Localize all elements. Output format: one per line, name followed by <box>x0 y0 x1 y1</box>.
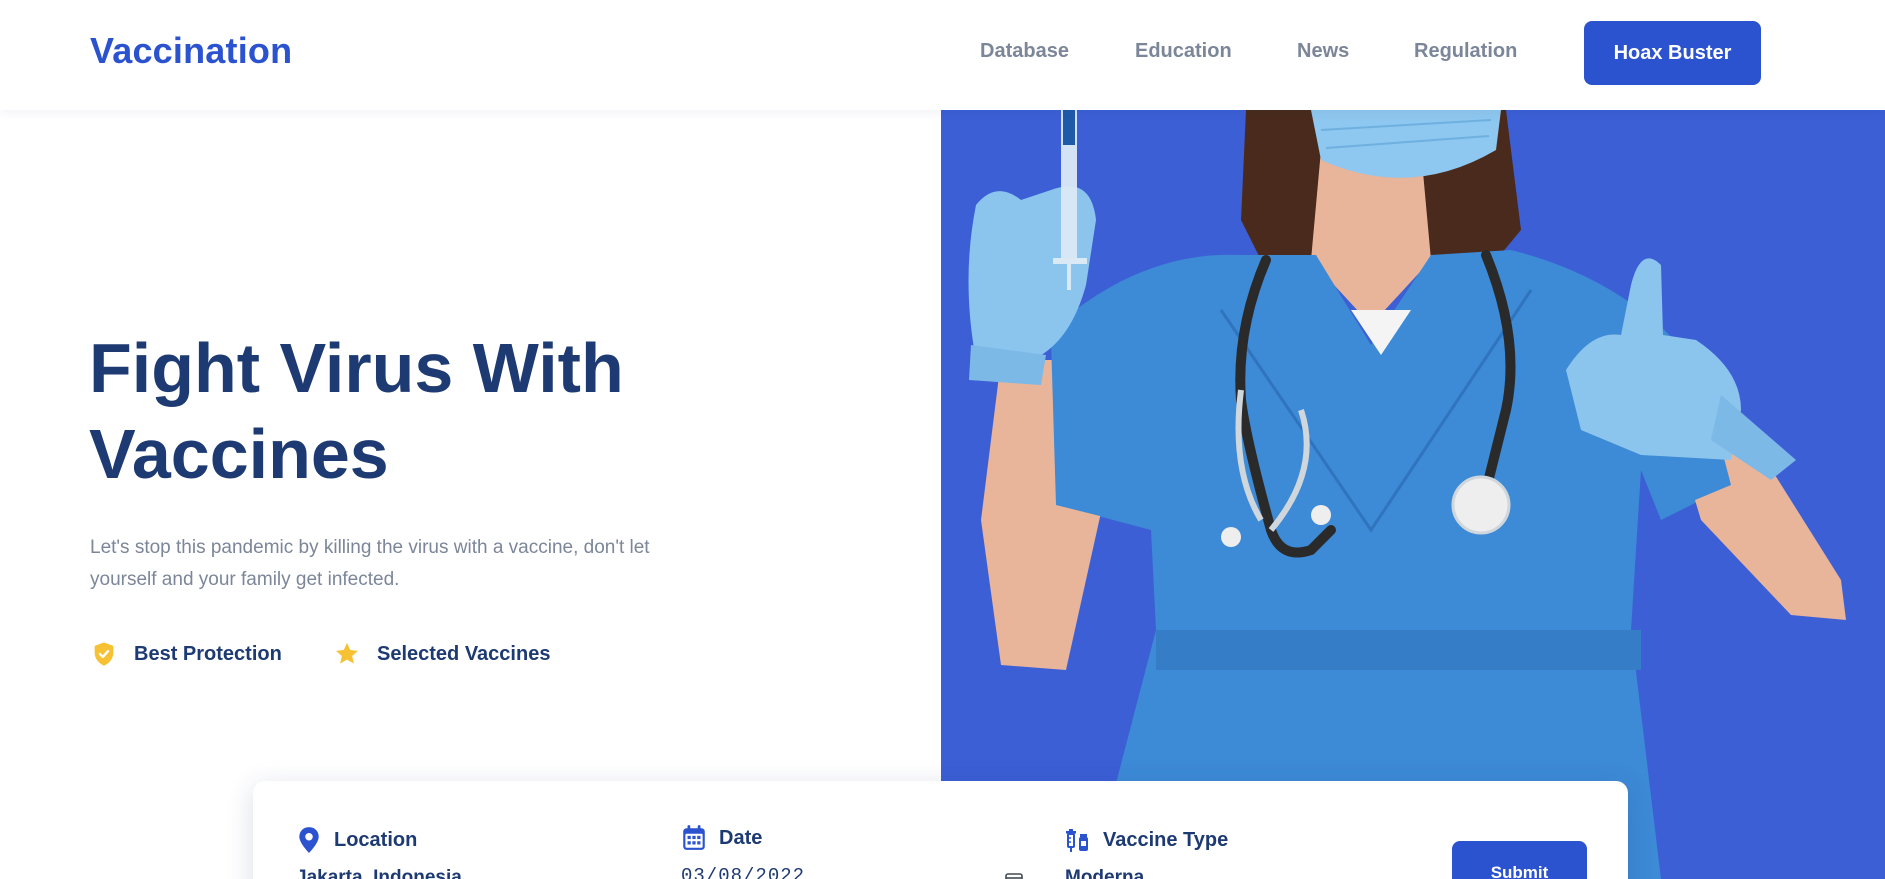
vaccine-type-value[interactable]: Moderna <box>1065 867 1325 879</box>
submit-button[interactable]: Submit <box>1452 841 1587 879</box>
hero-title-line-2: Vaccines <box>89 415 389 493</box>
calendar-icon <box>681 824 707 852</box>
map-pin-icon <box>296 826 322 854</box>
site-header: Vaccination Database Education News Regu… <box>0 0 1885 110</box>
nav-link-education[interactable]: Education <box>1135 40 1232 63</box>
hero-image <box>941 110 1885 879</box>
date-picker-icon[interactable] <box>1004 871 1024 879</box>
location-field[interactable]: Location Jakarta, Indonesia <box>296 825 556 879</box>
date-field[interactable]: Date 03/08/2022 <box>681 823 941 879</box>
syringe-vial-icon <box>1065 826 1091 854</box>
hero-title-line-1: Fight Virus With <box>89 329 624 407</box>
feature-label: Selected Vaccines <box>377 642 551 665</box>
hero-description: Let's stop this pandemic by killing the … <box>90 537 650 590</box>
feature-selected-vaccines: Selected Vaccines <box>333 638 550 670</box>
hero-title: Fight Virus With Vaccines <box>89 325 789 497</box>
location-value[interactable]: Jakarta, Indonesia <box>296 867 556 879</box>
hoax-buster-button[interactable]: Hoax Buster <box>1584 21 1761 85</box>
nurse-illustration <box>968 110 1846 879</box>
nav-link-news[interactable]: News <box>1297 40 1349 63</box>
nav-link-database[interactable]: Database <box>980 40 1069 63</box>
nav-link-regulation[interactable]: Regulation <box>1414 40 1517 63</box>
feature-label: Best Protection <box>134 642 282 665</box>
date-value[interactable]: 03/08/2022 <box>681 865 941 879</box>
vaccination-booking-form: Location Jakarta, Indonesia Date 03/08/2… <box>253 781 1628 879</box>
shield-check-icon <box>90 640 118 668</box>
vaccine-type-field[interactable]: Vaccine Type Moderna <box>1065 825 1325 879</box>
feature-best-protection: Best Protection <box>90 638 282 670</box>
vaccine-type-label: Vaccine Type <box>1103 828 1229 851</box>
date-label: Date <box>719 826 763 849</box>
page: Vaccination Database Education News Regu… <box>0 0 1885 879</box>
site-logo[interactable]: Vaccination <box>90 30 292 72</box>
star-icon <box>333 640 361 668</box>
location-label: Location <box>334 828 418 851</box>
